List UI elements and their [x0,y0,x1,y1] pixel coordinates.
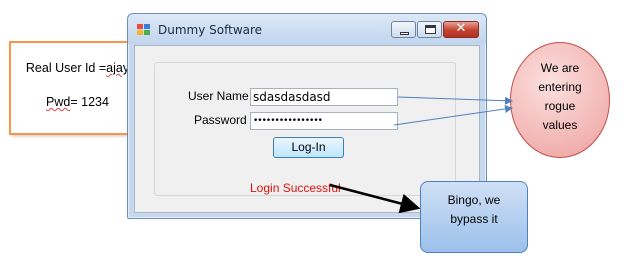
title-bar[interactable]: Dummy Software ✕ [128,14,486,44]
password-input[interactable]: •••••••••••••••• [250,112,398,130]
close-button[interactable]: ✕ [443,21,479,38]
ellipse-line-3: rogue [544,99,576,113]
window-title: Dummy Software [158,23,263,37]
username-input[interactable]: sdasdasdasd [250,88,398,106]
credentials-user-id: Real User Id =ajay [11,61,144,75]
callout-line-1: Bingo, we [447,193,501,207]
credentials-password-value: = 1234 [70,95,109,109]
ellipse-line-2: entering [538,80,582,94]
maximize-icon [425,25,436,34]
callout-line-2: bypass it [450,212,498,226]
minimize-button[interactable] [391,21,416,38]
username-label: User Name [188,89,249,103]
rogue-values-ellipse: We are entering rogue values [510,42,610,158]
close-icon: ✕ [455,21,467,36]
callout-text: Bingo, we bypass it [421,191,527,229]
bypass-callout: Bingo, we bypass it [420,181,528,253]
credentials-user-prefix: Real User Id = [25,61,107,75]
credentials-user-value: ajay [106,61,130,75]
login-button[interactable]: Log-In [273,137,344,158]
credentials-password-key: Pwd [46,95,71,109]
ellipse-line-4: values [542,118,578,132]
credentials-password: Pwd= 1234 [11,95,144,109]
password-label: Password [194,113,247,127]
app-icon [137,24,150,35]
login-status: Login Successful [250,181,341,195]
maximize-button[interactable] [417,21,442,38]
credentials-note: Real User Id =ajay Pwd= 1234 [9,41,146,135]
minimize-icon [400,32,409,35]
ellipse-text: We are entering rogue values [511,59,609,135]
ellipse-line-1: We are [540,61,580,75]
